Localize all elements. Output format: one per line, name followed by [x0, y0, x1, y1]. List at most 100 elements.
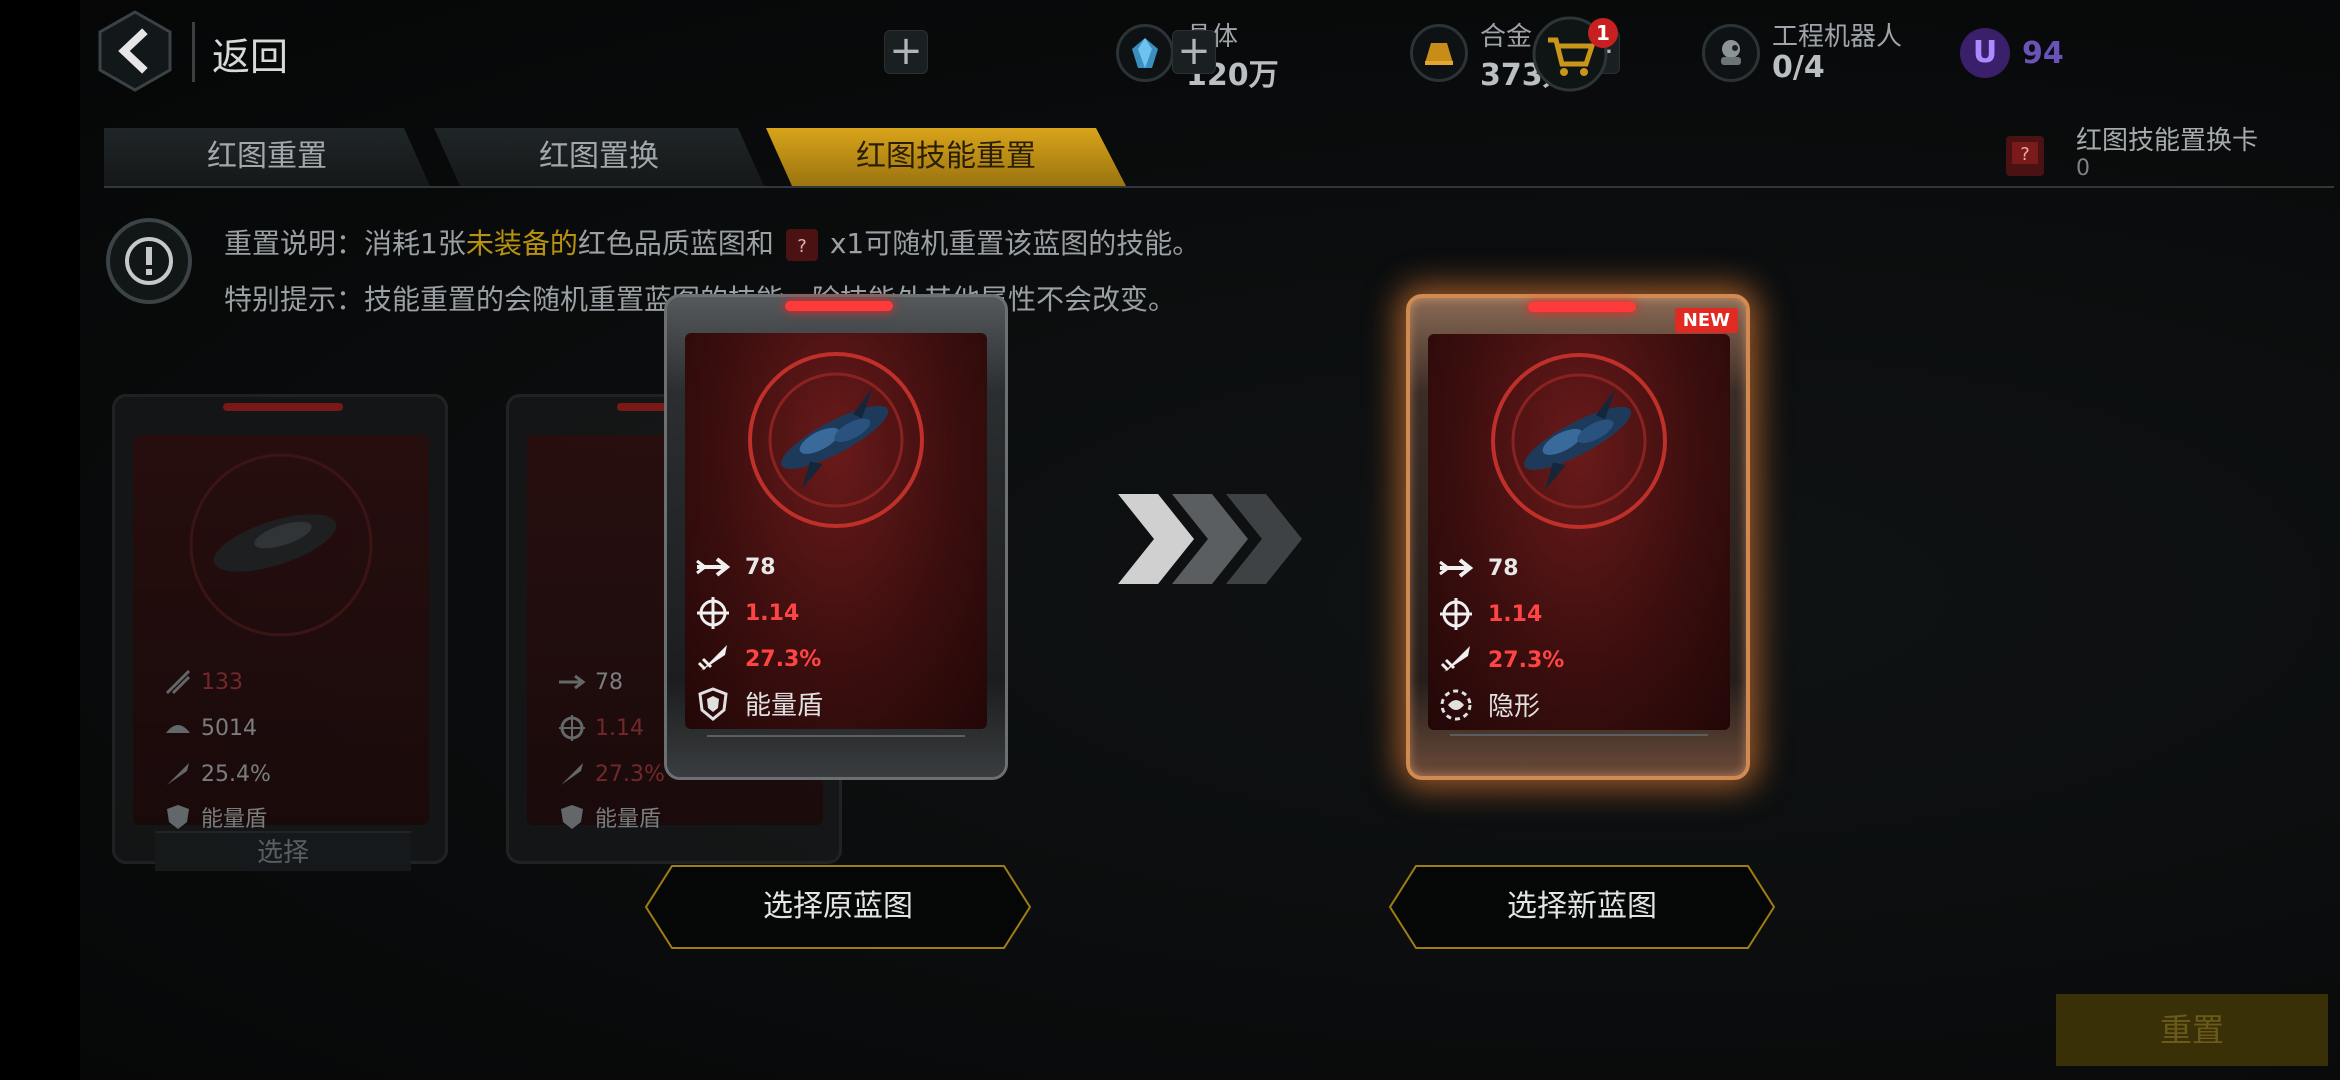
premium-currency-value: 94	[2022, 36, 2064, 71]
skill-swap-card-mini-icon: ?	[782, 225, 822, 265]
stat-accuracy: 1.14	[1438, 596, 1542, 632]
add-alloy-button[interactable]: +	[1172, 30, 1216, 74]
stat-accuracy-value: 1.14	[595, 715, 644, 741]
stat-skill-value: 能量盾	[201, 807, 268, 832]
hp-icon	[163, 713, 193, 743]
blueprint-list-item[interactable]: 133 5014 25.4% 能量盾 选择	[112, 394, 448, 871]
tab-red-skill-reset[interactable]: 红图技能重置	[766, 128, 1126, 186]
add-crystal-button[interactable]: +	[884, 30, 928, 74]
stat-crit-value: 27.3%	[595, 761, 665, 787]
stat-accuracy-value: 1.14	[745, 600, 800, 626]
ship-icon	[748, 352, 924, 528]
stealth-icon	[1438, 687, 1474, 723]
rocket-icon	[1438, 642, 1474, 678]
select-original-button[interactable]: 选择原蓝图	[644, 864, 1032, 950]
card-top-glow	[785, 301, 893, 311]
card-top-glow	[1528, 302, 1636, 312]
speed-icon	[695, 549, 731, 585]
energy-shield-icon	[695, 686, 731, 722]
skill-swap-card-icon: ?	[2002, 130, 2048, 180]
card-bottom-rail	[1450, 734, 1708, 764]
rocket-icon	[695, 641, 731, 677]
skill-swap-card-name: 红图技能置换卡	[2076, 126, 2259, 156]
stat-accuracy: 1.14	[557, 713, 644, 743]
skill-row: 隐形	[1438, 686, 1540, 723]
svg-text:?: ?	[797, 236, 807, 257]
select-new-label: 选择新蓝图	[1507, 889, 1657, 924]
reset-button[interactable]: 重置	[2056, 994, 2328, 1066]
stat-attack-value: 133	[201, 669, 243, 695]
stat-hp: 5014	[163, 713, 257, 743]
stat-crit: 27.3%	[557, 759, 665, 789]
left-edge-strip	[0, 0, 80, 1080]
stat-crit: 25.4%	[163, 759, 271, 789]
stat-crit: 27.3%	[695, 641, 821, 677]
new-badge: NEW	[1674, 308, 1738, 333]
resource-crystal: 晶体 120万	[1116, 14, 1316, 94]
back-label[interactable]: 返回	[212, 26, 288, 81]
top-bar: 返回 晶体 120万 + 合金 373万 + 工程机器人 0/4 U	[80, 0, 2340, 110]
game-screen: 返回 晶体 120万 + 合金 373万 + 工程机器人 0/4 U	[0, 0, 2340, 1080]
stat-speed-value: 78	[1488, 555, 1519, 581]
new-blueprint-panel: 78 1.14 27.3% 隐形	[1428, 334, 1730, 730]
info-icon	[106, 218, 192, 304]
stat-skill: 能量盾	[163, 801, 267, 833]
rocket-icon	[163, 759, 193, 789]
stat-crit-value: 25.4%	[201, 761, 271, 787]
stat-skill-value: 能量盾	[595, 807, 662, 832]
new-blueprint-card: NEW 78 1.14 27.3% 隐形	[1406, 294, 1750, 780]
skill-row: 能量盾	[695, 685, 823, 722]
resource-alloy-name: 合金	[1480, 22, 1533, 52]
resource-robot-value: 0/4	[1772, 50, 1825, 85]
select-blueprint-button[interactable]: 选择	[155, 831, 411, 871]
ship-icon	[1491, 353, 1667, 529]
crystal-icon	[1116, 24, 1174, 82]
stat-speed: 78	[557, 667, 623, 697]
info-line-1: 重置说明：消耗1张未装备的红色品质蓝图和? x1可随机重置该蓝图的技能。	[224, 222, 1200, 265]
stat-crit-value: 27.3%	[1488, 647, 1565, 673]
shield-icon	[557, 802, 587, 832]
info-line-1-suffix: x1可随机重置该蓝图的技能。	[829, 227, 1201, 260]
tab-red-swap[interactable]: 红图置换	[434, 128, 764, 186]
speed-icon	[557, 667, 587, 697]
svg-text:?: ?	[2020, 144, 2030, 165]
attack-icon	[163, 667, 193, 697]
rocket-icon	[557, 759, 587, 789]
alloy-icon	[1410, 24, 1468, 82]
premium-currency-icon: U	[1960, 28, 2010, 78]
tab-underline	[104, 186, 2334, 188]
shield-icon	[163, 802, 193, 832]
resource-robot-name: 工程机器人	[1772, 22, 1903, 52]
card-top-glow	[223, 403, 343, 411]
crosshair-icon	[557, 713, 587, 743]
stat-speed: 78	[1438, 550, 1519, 586]
stat-speed-value: 78	[595, 669, 623, 695]
skill-name: 能量盾	[745, 691, 824, 721]
stat-speed: 78	[695, 549, 776, 585]
ship-icon	[189, 453, 373, 637]
back-arrow-icon	[98, 10, 172, 92]
transform-arrows-icon	[1118, 494, 1302, 584]
select-original-label: 选择原蓝图	[763, 889, 913, 924]
original-blueprint-card: 78 1.14 27.3% 能量盾	[664, 294, 1008, 780]
info-line-1-prefix: 重置说明：消耗1张	[224, 227, 466, 260]
crosshair-icon	[695, 595, 731, 631]
back-divider	[192, 22, 195, 82]
stat-crit-value: 27.3%	[745, 646, 822, 672]
speed-icon	[1438, 550, 1474, 586]
robot-icon	[1702, 24, 1760, 82]
resource-robot: 工程机器人 0/4	[1702, 14, 1942, 94]
crosshair-icon	[1438, 596, 1474, 632]
stat-accuracy-value: 1.14	[1488, 601, 1543, 627]
stat-crit: 27.3%	[1438, 642, 1564, 678]
blueprint-panel: 133 5014 25.4% 能量盾	[133, 435, 429, 832]
cart-notification-badge: 1	[1588, 18, 1618, 48]
original-blueprint-panel: 78 1.14 27.3% 能量盾	[685, 333, 987, 729]
skill-swap-card-count: 0	[2076, 156, 2090, 181]
info-line-1-mid: 红色品质蓝图和	[577, 227, 774, 260]
back-button[interactable]	[94, 10, 176, 92]
card-bottom-rail	[707, 735, 965, 765]
tab-red-reset[interactable]: 红图重置	[104, 128, 430, 186]
select-new-button[interactable]: 选择新蓝图	[1388, 864, 1776, 950]
stat-accuracy: 1.14	[695, 595, 799, 631]
